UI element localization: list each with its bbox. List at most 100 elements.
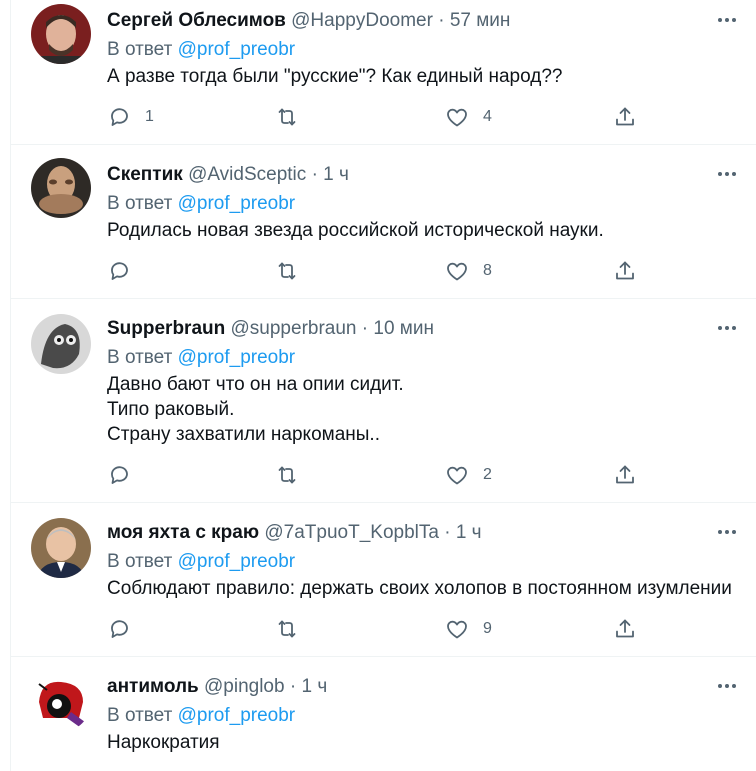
- user-handle[interactable]: @supperbraun: [231, 318, 357, 339]
- display-name[interactable]: Сергей Облесимов: [107, 10, 286, 31]
- tweet-header: Supperbraun @supperbraun · 10 мин: [107, 318, 434, 340]
- user-handle[interactable]: @7aTpuoT_KopblTa: [264, 522, 439, 543]
- tweet-text: Соблюдают правило: держать своих холопов…: [107, 578, 732, 599]
- display-name[interactable]: Скептик: [107, 164, 183, 185]
- timestamp[interactable]: 1 ч: [323, 164, 349, 185]
- replying-to: В ответ @prof_preobr: [107, 705, 295, 727]
- retweet-button[interactable]: [275, 258, 313, 284]
- share-icon: [616, 261, 634, 280]
- reply-button[interactable]: 1: [107, 104, 154, 130]
- reply-count: 1: [145, 108, 154, 125]
- avatar[interactable]: [31, 158, 91, 218]
- user-handle[interactable]: @AvidSceptic: [188, 164, 306, 185]
- reply-button[interactable]: [107, 616, 145, 642]
- avatar[interactable]: [31, 4, 91, 64]
- reply-icon: [111, 262, 128, 280]
- mention-link[interactable]: @prof_preobr: [178, 705, 296, 726]
- avatar[interactable]: [31, 518, 91, 578]
- tweet-text: Давно бают что он на опии сидит. Типо ра…: [107, 374, 404, 445]
- replying-to: В ответ @prof_preobr: [107, 193, 295, 215]
- heart-icon: [447, 108, 467, 127]
- avatar-image: [31, 4, 91, 64]
- share-button[interactable]: [613, 104, 637, 130]
- retweet-button[interactable]: [275, 616, 313, 642]
- retweet-icon: [278, 262, 296, 280]
- like-button[interactable]: 9: [445, 616, 492, 642]
- avatar[interactable]: [31, 672, 91, 732]
- replies-timeline: Сергей Облесимов @HappyDoomer · 57 мин В…: [10, 0, 756, 771]
- mention-link[interactable]: @prof_preobr: [178, 193, 296, 214]
- avatar-image: [31, 158, 91, 218]
- reply-button[interactable]: [107, 462, 145, 488]
- mention-link[interactable]: @prof_preobr: [178, 347, 296, 368]
- like-count: 8: [483, 262, 492, 279]
- tweet[interactable]: моя яхта с краю @7aTpuoT_KopblTa · 1 ч В…: [11, 502, 756, 657]
- more-icon[interactable]: [717, 164, 737, 184]
- heart-icon: [447, 262, 467, 281]
- replying-to: В ответ @prof_preobr: [107, 551, 295, 573]
- separator-dot: ·: [444, 522, 451, 543]
- share-button[interactable]: [613, 258, 637, 284]
- tweet[interactable]: антимоль @pinglob · 1 ч В ответ @prof_pr…: [11, 656, 756, 771]
- action-bar: 9: [107, 616, 747, 642]
- tweet-header: Сергей Облесимов @HappyDoomer · 57 мин: [107, 10, 510, 32]
- timestamp[interactable]: 10 мин: [373, 318, 434, 339]
- mention-link[interactable]: @prof_preobr: [178, 39, 296, 60]
- share-icon: [616, 619, 634, 638]
- separator-dot: ·: [289, 676, 297, 697]
- tweet-header: антимоль @pinglob · 1 ч: [107, 676, 327, 698]
- separator-dot: ·: [361, 318, 369, 339]
- mention-link[interactable]: @prof_preobr: [178, 551, 296, 572]
- like-button[interactable]: 8: [445, 258, 492, 284]
- retweet-button[interactable]: [275, 462, 313, 488]
- retweet-button[interactable]: [275, 104, 313, 130]
- display-name[interactable]: антимоль: [107, 676, 199, 697]
- timestamp[interactable]: 1 ч: [301, 676, 327, 697]
- replying-to: В ответ @prof_preobr: [107, 39, 295, 61]
- like-button[interactable]: 4: [445, 104, 492, 130]
- replying-prefix: В ответ: [107, 705, 173, 726]
- tweet-header: Скептик @AvidSceptic · 1 ч: [107, 164, 349, 186]
- like-button[interactable]: 2: [445, 462, 492, 488]
- tweet[interactable]: Сергей Облесимов @HappyDoomer · 57 мин В…: [11, 0, 756, 145]
- separator-dot: ·: [311, 164, 318, 185]
- replying-prefix: В ответ: [107, 39, 173, 60]
- more-icon[interactable]: [717, 318, 737, 338]
- heart-icon: [447, 620, 467, 639]
- action-bar: 8: [107, 258, 747, 284]
- like-count: 9: [483, 620, 492, 637]
- more-icon[interactable]: [717, 10, 737, 30]
- action-bar: 2: [107, 462, 747, 488]
- tweet[interactable]: Supperbraun @supperbraun · 10 мин В отве…: [11, 298, 756, 503]
- retweet-icon: [278, 466, 296, 484]
- replying-to: В ответ @prof_preobr: [107, 347, 295, 369]
- more-icon[interactable]: [717, 522, 737, 542]
- tweet-text: Родилась новая звезда российской историч…: [107, 220, 604, 241]
- replying-prefix: В ответ: [107, 193, 173, 214]
- avatar[interactable]: [31, 314, 91, 374]
- timestamp[interactable]: 1 ч: [456, 522, 482, 543]
- reply-icon: [111, 466, 128, 484]
- share-button[interactable]: [613, 616, 637, 642]
- avatar-image: [31, 672, 91, 732]
- user-handle[interactable]: @HappyDoomer: [291, 10, 433, 31]
- reply-icon: [111, 620, 128, 638]
- replying-prefix: В ответ: [107, 551, 173, 572]
- display-name[interactable]: моя яхта с краю: [107, 522, 259, 543]
- avatar-image: [31, 314, 91, 374]
- heart-icon: [447, 466, 467, 485]
- share-button[interactable]: [613, 462, 637, 488]
- share-icon: [616, 465, 634, 484]
- timestamp[interactable]: 57 мин: [450, 10, 511, 31]
- tweet[interactable]: Скептик @AvidSceptic · 1 ч В ответ @prof…: [11, 144, 756, 299]
- reply-icon: [111, 108, 128, 126]
- avatar-image: [31, 518, 91, 578]
- action-bar: 1 4: [107, 104, 747, 130]
- reply-button[interactable]: [107, 258, 145, 284]
- user-handle[interactable]: @pinglob: [204, 676, 285, 697]
- replying-prefix: В ответ: [107, 347, 173, 368]
- share-icon: [616, 107, 634, 126]
- retweet-icon: [278, 108, 296, 126]
- display-name[interactable]: Supperbraun: [107, 318, 225, 339]
- more-icon[interactable]: [717, 676, 737, 696]
